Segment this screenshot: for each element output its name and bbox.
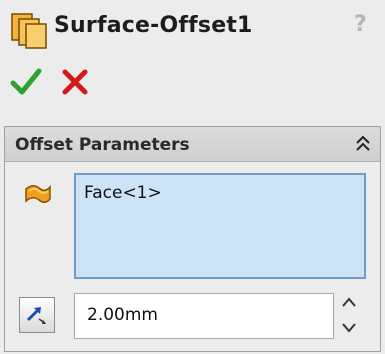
property-manager-panel: Surface-Offset1 ? Offset Parameters Face… <box>0 0 385 354</box>
panel-title: Surface-Offset1 <box>54 13 253 38</box>
chevron-up-icon[interactable] <box>337 293 361 313</box>
distance-spinner[interactable] <box>337 293 361 337</box>
group-header[interactable]: Offset Parameters <box>5 127 380 162</box>
help-icon[interactable]: ? <box>354 12 367 37</box>
offset-parameters-group: Offset Parameters Face<1> 2.00mm <box>4 126 381 352</box>
x-icon <box>62 69 88 95</box>
double-chevron-up-icon[interactable] <box>353 133 373 155</box>
list-item[interactable]: Face<1> <box>84 183 162 203</box>
checkmark-icon <box>10 68 42 95</box>
cancel-button[interactable] <box>60 66 90 98</box>
ok-button[interactable] <box>10 66 42 98</box>
panel-header: Surface-Offset1 ? <box>0 0 385 60</box>
offset-distance-value: 2.00mm <box>87 305 158 325</box>
surface-offset-icon <box>10 12 48 50</box>
group-title: Offset Parameters <box>15 135 190 155</box>
face-icon <box>23 179 53 209</box>
chevron-down-icon[interactable] <box>337 317 361 337</box>
face-selection-box[interactable]: Face<1> <box>74 173 366 279</box>
reverse-direction-button[interactable] <box>19 297 55 333</box>
offset-distance-input[interactable]: 2.00mm <box>74 293 334 339</box>
reverse-direction-icon <box>26 307 46 324</box>
